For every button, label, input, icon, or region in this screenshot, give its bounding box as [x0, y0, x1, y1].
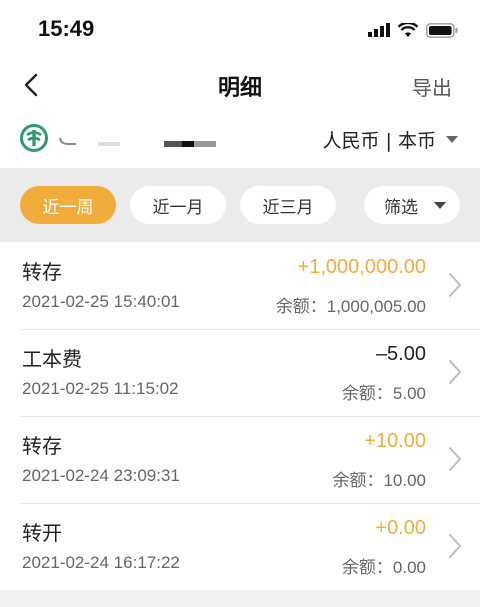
transaction-amount: +1,000,000.00	[297, 256, 426, 278]
transaction-row[interactable]: 转存 2021-02-25 15:40:01 +1,000,000.00 余额：…	[0, 242, 480, 329]
signal-icon	[368, 23, 390, 37]
filter-chip-label: 近一月	[152, 197, 204, 218]
bank-logo-icon	[20, 124, 48, 152]
wifi-icon	[398, 22, 418, 37]
transaction-balance: 余额：1,000,005.00	[275, 297, 426, 316]
transaction-time: 2021-02-24 16:17:22	[22, 553, 180, 572]
dropdown-caret-icon	[434, 202, 446, 209]
transaction-amount: –5.00	[375, 343, 426, 365]
export-button[interactable]: 导出	[412, 72, 452, 101]
page-title: 明细	[217, 76, 262, 101]
filter-chip-label: 筛选	[384, 197, 418, 218]
filter-chip-month[interactable]: 近一月	[130, 186, 226, 224]
transaction-title: 转开	[22, 521, 62, 545]
currency-label: 人民币 | 本币	[322, 130, 436, 152]
masked-account-number	[59, 137, 216, 147]
status-bar: 15:49	[0, 0, 480, 60]
transaction-time: 2021-02-25 15:40:01	[22, 292, 180, 311]
transaction-row[interactable]: 转存 2021-02-24 23:09:31 +10.00 余额：10.00	[0, 416, 480, 503]
transaction-title: 转存	[22, 434, 62, 458]
status-icons	[368, 20, 458, 40]
transaction-row[interactable]: 工本费 2021-02-25 11:15:02 –5.00 余额：5.00	[0, 329, 480, 416]
filter-chip-week[interactable]: 近一周	[20, 186, 116, 224]
transaction-title: 转存	[22, 260, 62, 284]
filter-dropdown[interactable]: 筛选	[364, 186, 460, 224]
account-bar: 人民币 | 本币	[0, 110, 480, 168]
currency-selector[interactable]: 人民币 | 本币	[323, 126, 458, 153]
chevron-right-icon	[449, 360, 461, 384]
transaction-time: 2021-02-25 11:15:02	[22, 379, 179, 398]
transaction-balance: 余额：0.00	[341, 558, 426, 577]
chevron-right-icon	[449, 273, 461, 297]
battery-icon	[426, 22, 458, 38]
filter-chip-three-months[interactable]: 近三月	[240, 186, 336, 224]
transaction-balance: 余额：10.00	[332, 471, 426, 490]
status-time: 15:49	[38, 16, 95, 41]
transaction-balance: 余额：5.00	[341, 384, 426, 403]
transaction-amount: +0.00	[375, 517, 426, 539]
chevron-right-icon	[449, 447, 461, 471]
chevron-right-icon	[449, 534, 461, 558]
transaction-title: 工本费	[22, 347, 82, 371]
transaction-list: 转存 2021-02-25 15:40:01 +1,000,000.00 余额：…	[0, 242, 480, 590]
filter-chip-label: 近三月	[262, 197, 314, 218]
filter-bar: 近一周 近一月 近三月 筛选	[0, 168, 480, 242]
transaction-time: 2021-02-24 23:09:31	[22, 466, 180, 485]
transaction-row[interactable]: 转开 2021-02-24 16:17:22 +0.00 余额：0.00	[0, 503, 480, 590]
dropdown-caret-icon	[446, 135, 458, 143]
nav-bar: 明细 导出	[0, 60, 480, 110]
filter-chip-label: 近一周	[42, 197, 94, 218]
transaction-amount: +10.00	[364, 430, 426, 452]
